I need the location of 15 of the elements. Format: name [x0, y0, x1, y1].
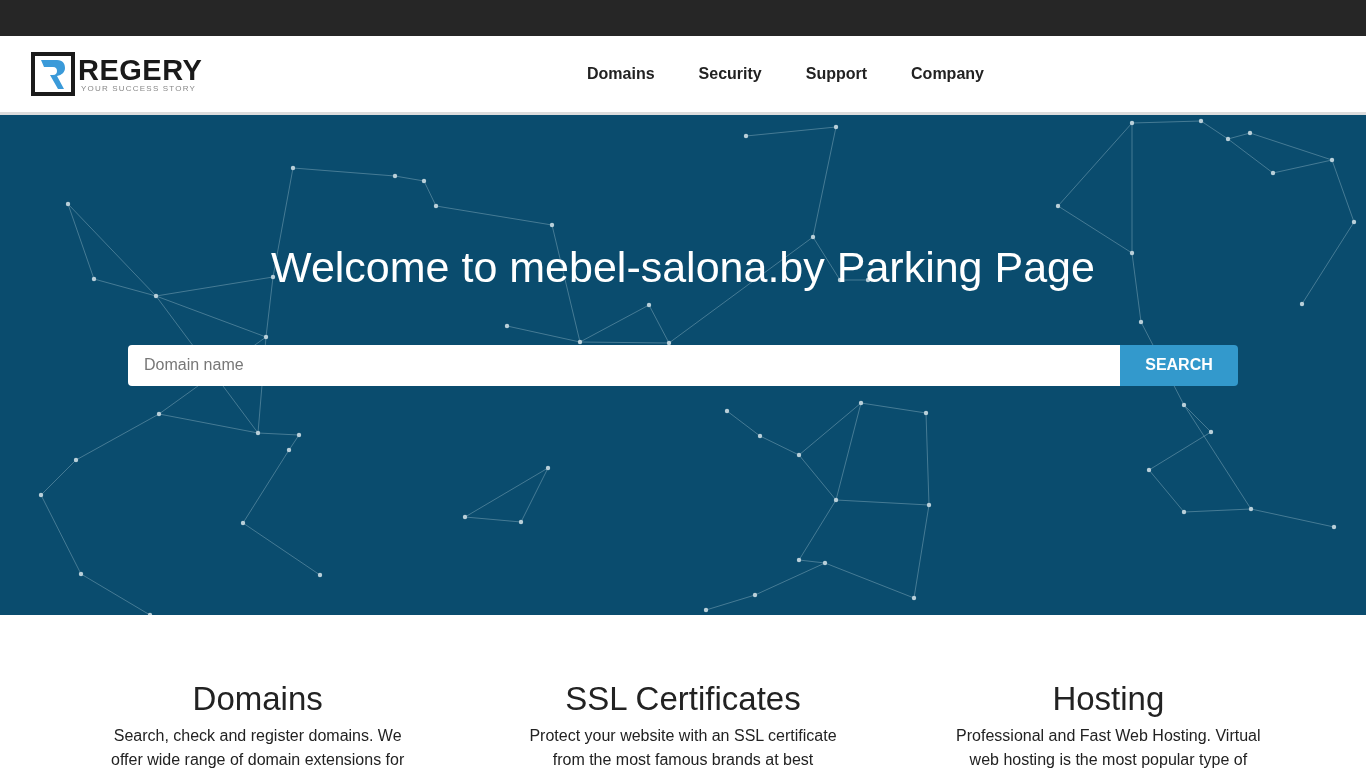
nav-link[interactable]: Company	[911, 62, 984, 86]
logo-mark-icon	[31, 52, 75, 96]
feature-title: SSL Certificates	[565, 679, 801, 719]
nav-link[interactable]: Security	[698, 62, 762, 86]
feature-description: Protect your website with an SSL certificate from the most famous brands at best	[528, 726, 838, 768]
domain-input[interactable]: Domain name	[128, 344, 1120, 386]
logo-name: REGERY	[78, 55, 203, 84]
nav-link[interactable]: Support	[805, 62, 868, 86]
nav-link[interactable]: Domains	[587, 62, 655, 86]
feature-description: Professional and Fast Web Hosting. Virtual web hosting is the most popular type of	[955, 726, 1262, 768]
logo-tagline: YOUR SUCCESS STORY	[81, 83, 198, 93]
feature-title: Hosting	[1052, 679, 1165, 719]
feature-title: Domains	[192, 679, 323, 719]
hero-title: Welcome to mebel-salona.by Parking Page	[271, 242, 1095, 293]
feature-description: Search, check and register domains. We offer wide range of domain extensions for	[110, 726, 406, 768]
